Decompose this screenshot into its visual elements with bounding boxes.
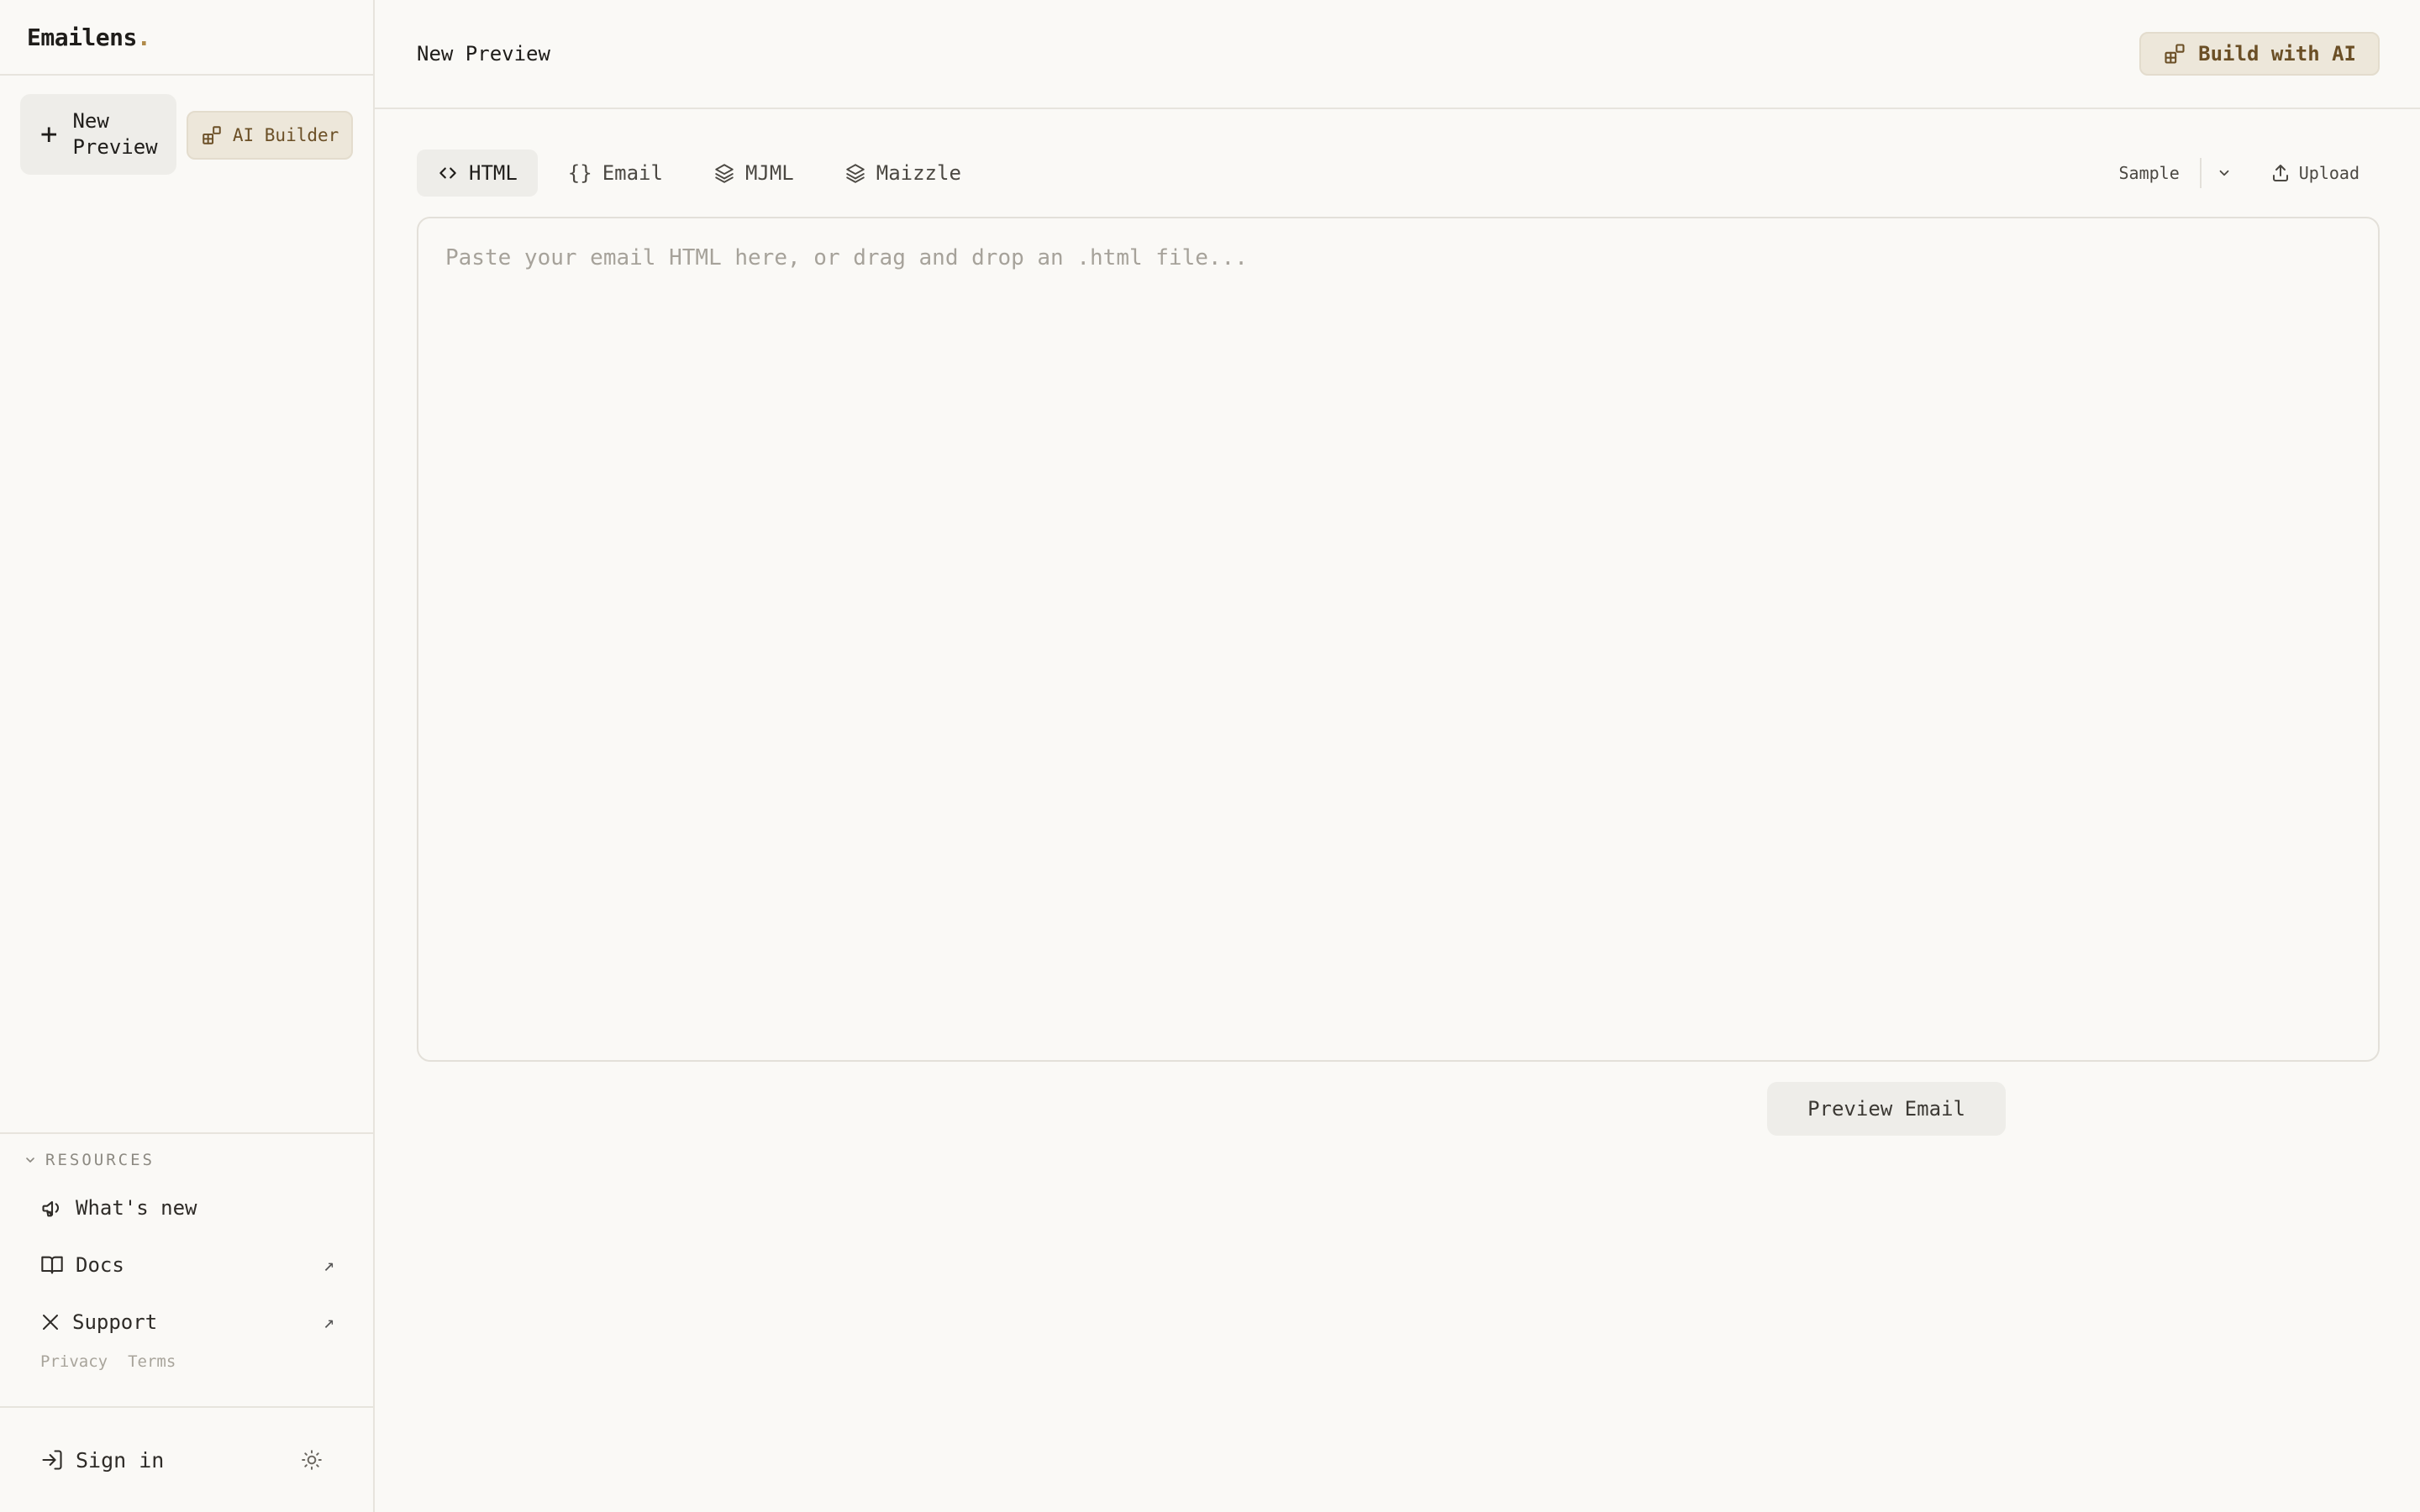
tab-email[interactable]: {} Email: [548, 150, 683, 197]
editor-tools: Sample Upload: [2099, 158, 2381, 188]
plus-icon: +: [40, 117, 58, 151]
blocks-icon: [201, 124, 223, 146]
tab-maizzle[interactable]: Maizzle: [824, 150, 981, 197]
sidebar-item-whats-new[interactable]: What's new: [0, 1179, 373, 1236]
chevron-down-icon: [24, 1153, 37, 1167]
top-bar: New Preview Build with AI: [375, 0, 2420, 109]
resources-list: What's new Docs ↗ Support ↗: [0, 1179, 373, 1351]
upload-icon: [2270, 163, 2291, 183]
sidebar-item-support[interactable]: Support ↗: [0, 1294, 373, 1351]
resources-heading: RESOURCES: [45, 1151, 155, 1169]
new-preview-label: New Preview: [72, 109, 158, 159]
external-link-icon: ↗: [323, 1311, 334, 1333]
sign-in-icon: [40, 1448, 64, 1472]
braces-icon: {}: [567, 161, 592, 185]
sign-in-label: Sign in: [76, 1447, 165, 1473]
build-with-ai-label: Build with AI: [2198, 42, 2356, 66]
sidebar-item-label: Docs: [76, 1253, 124, 1277]
upload-label: Upload: [2298, 163, 2360, 183]
tab-label: HTML: [469, 161, 518, 185]
ai-builder-button[interactable]: AI Builder: [187, 111, 353, 160]
build-with-ai-button[interactable]: Build with AI: [2139, 32, 2380, 76]
main-content: New Preview Build with AI HTML {} Email: [375, 0, 2420, 1512]
tab-label: MJML: [744, 161, 794, 185]
external-link-icon: ↗: [323, 1254, 334, 1276]
sidebar-footer: Sign in: [0, 1406, 373, 1512]
brand-dot: .: [136, 23, 151, 51]
resources-toggle[interactable]: RESOURCES: [0, 1151, 373, 1169]
tab-label: Maizzle: [876, 161, 961, 185]
privacy-link[interactable]: Privacy: [40, 1352, 108, 1371]
upload-button[interactable]: Upload: [2247, 163, 2380, 183]
x-logo-icon: [40, 1312, 60, 1332]
html-editor-textarea[interactable]: Paste your email HTML here, or drag and …: [417, 217, 2380, 1062]
megaphone-icon: [40, 1196, 64, 1220]
sample-dropdown-chevron-icon[interactable]: [2202, 158, 2247, 188]
book-icon: [40, 1253, 64, 1277]
app: Emailens. + New Preview AI Builder RESOU…: [0, 0, 2420, 1512]
resources-section: RESOURCES What's new Docs ↗ Support ↗ Pr…: [0, 1132, 373, 1371]
format-tabs: HTML {} Email MJML Maizzle: [417, 150, 981, 197]
editor-toolbar: HTML {} Email MJML Maizzle Sample Upload: [417, 148, 2380, 198]
legal-links: Privacy Terms: [0, 1352, 373, 1371]
theme-toggle-sun-icon[interactable]: [301, 1449, 323, 1471]
new-preview-button[interactable]: + New Preview: [20, 94, 177, 175]
sample-button[interactable]: Sample: [2099, 158, 2202, 188]
sidebar-item-label: What's new: [76, 1196, 197, 1220]
editor-placeholder: Paste your email HTML here, or drag and …: [445, 245, 1248, 270]
preview-email-button[interactable]: Preview Email: [1767, 1082, 2006, 1136]
code-icon: [437, 162, 459, 184]
layers-icon: [844, 162, 866, 184]
brand-logo[interactable]: Emailens.: [0, 0, 373, 76]
sidebar: Emailens. + New Preview AI Builder RESOU…: [0, 0, 375, 1512]
sign-in-button[interactable]: Sign in: [40, 1448, 164, 1473]
terms-link[interactable]: Terms: [128, 1352, 176, 1371]
sidebar-item-label: Support: [72, 1310, 158, 1334]
ai-builder-label: AI Builder: [232, 125, 339, 145]
sidebar-actions: + New Preview AI Builder: [0, 76, 373, 175]
layers-icon: [713, 162, 735, 184]
brand-name: Emailens: [27, 23, 137, 51]
blocks-icon: [2163, 42, 2186, 66]
sidebar-item-docs[interactable]: Docs ↗: [0, 1236, 373, 1294]
tab-mjml[interactable]: MJML: [693, 150, 814, 197]
page-title: New Preview: [417, 42, 550, 66]
tab-html[interactable]: HTML: [417, 150, 538, 197]
tab-label: Email: [602, 161, 663, 185]
